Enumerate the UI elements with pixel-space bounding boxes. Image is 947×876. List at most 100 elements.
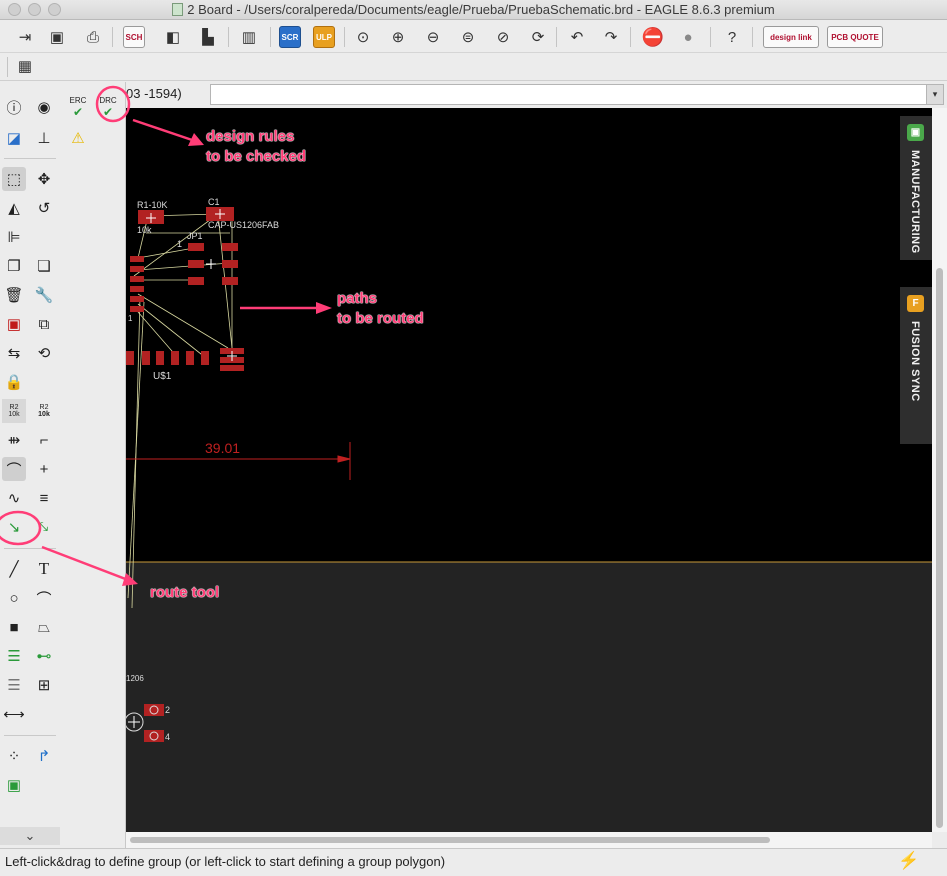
drc-button[interactable]: DRC ✔ [96,95,120,119]
redraw-icon[interactable]: ⟳ [525,25,551,49]
eagle-window: 2 Board - /Users/coralpereda/Documents/e… [0,0,947,876]
board-canvas[interactable]: R1-10K 10k C1 CAP-US1206FAB JP1 1 U$1 1 … [126,108,932,832]
ratsnest-tool-icon[interactable]: ⁘ [2,744,26,768]
via-tool-icon[interactable]: ☰ [2,644,26,668]
split-tool-icon[interactable]: ⌒ [2,457,26,481]
manufacturing-tab[interactable]: ▣ MANUFACTURING [900,116,932,260]
replace-part-icon[interactable]: ⧉ [32,312,56,336]
gate-swap-icon[interactable]: ⟲ [32,341,56,365]
fusion-sync-tab[interactable]: F FUSION SYNC [900,287,932,444]
hole-tool-icon[interactable]: ☰ [2,673,26,697]
command-history-dropdown[interactable]: ▾ [926,84,944,105]
mark-icon[interactable]: ⊥ [32,126,56,150]
erc-button[interactable]: ERC ✔ [66,95,90,119]
coordinate-readout: 03 -1594) [126,86,182,101]
library-icon[interactable]: ▥ [236,25,262,49]
horizontal-scrollbar[interactable] [126,832,932,848]
copy-tool-icon[interactable]: ❐ [2,254,26,278]
signal-tool-icon[interactable]: ⊷ [32,644,56,668]
smash-tool-icon[interactable]: ⇻ [2,428,26,452]
circle-tool-icon[interactable]: ○ [2,586,26,610]
add-part-icon[interactable]: ▣ [2,312,26,336]
zoom-select-icon[interactable]: ⊜ [455,25,481,49]
layer-settings-icon[interactable]: ◪ [2,126,26,150]
align-tool-icon[interactable]: ⊫ [2,225,26,249]
route-tool-icon[interactable]: ↘ [2,515,26,539]
drc-board-tool-icon[interactable]: ▣ [2,773,26,797]
wrench-tool-icon[interactable]: 🔧 [32,283,56,307]
u1-pin [130,276,144,282]
errors-warning-icon[interactable]: ⚠ [66,126,90,150]
dimension-tool-icon[interactable]: ⟷ [2,702,26,726]
stop-icon[interactable]: ⛔ [640,25,666,49]
mirror-tool-icon[interactable]: ◭ [2,196,26,220]
save-icon[interactable]: ▣ [44,25,70,49]
script-button[interactable]: SCR [279,26,301,48]
ripup-route-icon[interactable]: ⤥ [32,515,56,539]
group-select-tool[interactable]: ⬚ [2,167,26,191]
text-tool[interactable]: T [32,557,56,581]
help-icon[interactable]: ? [719,25,745,49]
wire-tool-icon[interactable]: ╱ [2,557,26,581]
lock-tool-icon[interactable]: 🔒 [2,370,26,394]
name-tool[interactable]: R2 10k [2,399,26,423]
design-link-button[interactable]: design link [763,26,819,48]
zoom-out-icon[interactable]: ⊖ [420,25,446,49]
u1-pad [201,351,209,365]
r1-label: R1-10K [137,200,168,210]
paths-annotation: paths to be routed [337,289,424,329]
polygon-tool-icon[interactable]: ⏢ [32,615,56,639]
undo-icon[interactable]: ↶ [564,25,590,49]
manufacturing-icon[interactable]: ▙ [195,25,221,49]
meander-tool-icon[interactable]: ∿ [2,486,26,510]
delete-tool-icon[interactable]: 🗑 [2,283,26,307]
erc-label: ERC [69,95,87,105]
optimize-tool-icon[interactable]: + [32,457,56,481]
miter-tool-icon[interactable]: ⌐ [32,428,56,452]
zoom-fit-icon[interactable]: ⊙ [350,25,376,49]
zoom-in-icon[interactable]: ⊕ [385,25,411,49]
grid-icon[interactable]: ▦ [12,54,38,78]
window-title-text: 2 Board - /Users/coralpereda/Documents/e… [187,2,775,17]
move-tool-icon[interactable]: ✥ [32,167,56,191]
print-icon[interactable]: ⎙ [80,25,106,49]
vertical-scrollbar[interactable] [932,108,947,832]
open-menu-icon[interactable]: ⇥ [12,25,38,49]
u1-pad [220,365,244,371]
arc-tool-icon[interactable]: ⌒ [32,586,56,610]
switch-to-schematic-button[interactable]: SCH [123,26,145,48]
erc-check-icon: ✔ [72,104,84,119]
paste-tool-icon[interactable]: ❏ [32,254,56,278]
u1-pin [130,286,144,292]
jp1-pin-label: 1 [177,239,182,249]
rectangle-tool-icon[interactable]: ■ [2,615,26,639]
design-rules-line-1: design rules [206,128,295,145]
zoom-last-icon[interactable]: ⊘ [490,25,516,49]
paths-line-2: to be routed [337,310,424,327]
cam-processor-icon[interactable]: ◧ [160,25,186,49]
command-row: 03 -1594) ▾ [126,82,947,108]
value-tool[interactable]: R2 10k [32,399,56,423]
airwires [127,213,233,609]
rotate-tool-icon[interactable]: ↺ [32,196,56,220]
info-icon[interactable]: ⓘ [2,95,26,119]
swap-tool-icon[interactable]: ⇆ [2,341,26,365]
lightning-icon[interactable]: ⚡ [898,851,919,871]
expand-toolbar-button[interactable]: ⌄ [0,827,60,845]
redo-icon[interactable]: ↷ [598,25,624,49]
u1-pin [130,266,144,272]
jp1-pad [222,243,238,251]
ripup-tool-icon[interactable]: ≡ [32,486,56,510]
jp1-pad [188,260,204,268]
vertical-scroll-thumb[interactable] [936,268,943,828]
show-icon[interactable]: ◉ [32,95,56,119]
autorouter-tool-icon[interactable]: ↱ [32,744,56,768]
attribute-tool-icon[interactable]: ⊞ [32,673,56,697]
pcb-quote-button[interactable]: PCB QUOTE [827,26,883,48]
ulp-button[interactable]: ULP [313,26,335,48]
status-message: Left-click&drag to define group (or left… [5,854,446,869]
horizontal-scroll-thumb[interactable] [130,837,770,843]
cap-label: CAP-US1206FAB [208,220,279,230]
command-input[interactable] [210,84,930,105]
go-icon[interactable]: ● [675,25,701,49]
